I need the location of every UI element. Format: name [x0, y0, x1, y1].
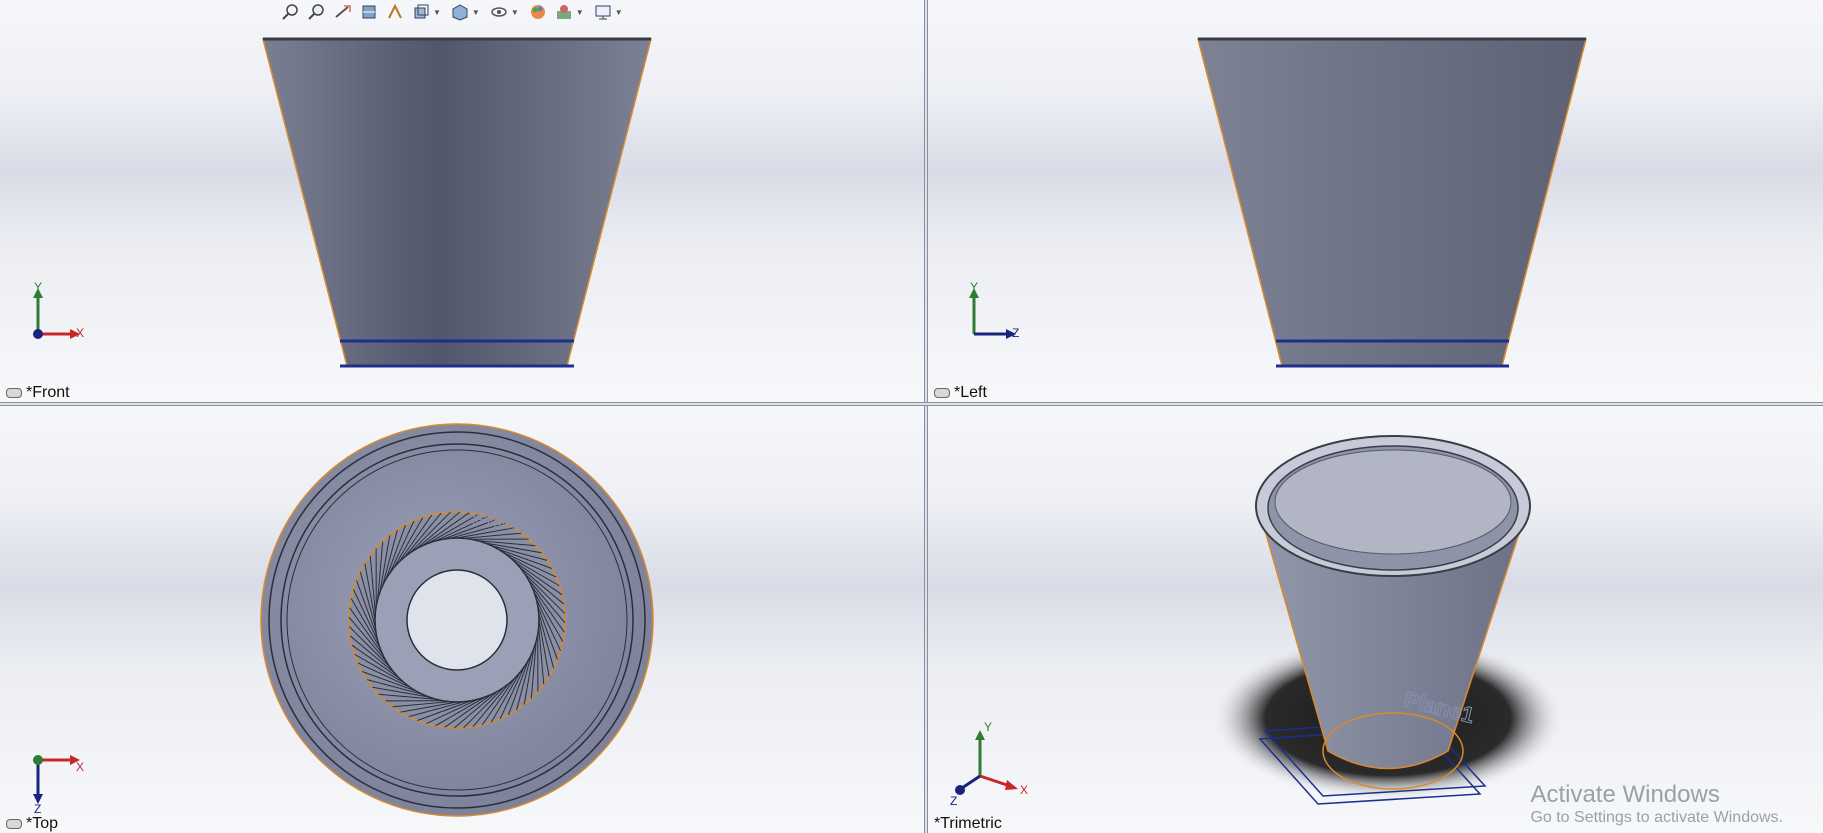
viewport-name-top: *Top	[26, 815, 59, 832]
viewport-name-front: *Front	[26, 384, 70, 401]
viewport-label-top[interactable]: *Top	[6, 815, 58, 833]
viewport-trimetric[interactable]: Plane1 Y X Z *Trimetric Activate Windows…	[928, 406, 1823, 833]
viewport-label-trimetric[interactable]: *Trimetric	[934, 815, 1002, 833]
trimetric-view-cup[interactable]: Plane1	[928, 406, 1823, 833]
previous-view-icon[interactable]	[332, 1, 354, 23]
activate-windows-watermark: Activate Windows Go to Settings to activ…	[1530, 781, 1783, 827]
axis-y-label-front: Y	[34, 280, 43, 294]
axis-y-label-trimetric: Y	[984, 720, 993, 734]
axis-z-label-left: Z	[1012, 326, 1020, 340]
activate-windows-title: Activate Windows	[1530, 781, 1720, 808]
apply-scene-icon[interactable]	[553, 1, 575, 23]
heads-up-view-toolbar: ▼ ▼ ▼ ▼ ▼	[280, 0, 627, 24]
viewport-label-left[interactable]: *Left	[934, 384, 987, 402]
view-orientation-caret-icon[interactable]: ▼	[433, 8, 441, 17]
apply-scene-caret-icon[interactable]: ▼	[576, 8, 584, 17]
dynamic-annotation-icon[interactable]	[384, 1, 406, 23]
link-views-icon[interactable]	[6, 819, 22, 829]
axis-z-label-trimetric: Z	[950, 794, 958, 808]
hide-show-caret-icon[interactable]: ▼	[511, 8, 519, 17]
axis-z-label-top: Z	[34, 802, 42, 816]
zoom-to-fit-icon[interactable]	[280, 1, 302, 23]
viewport-splitter-vertical[interactable]	[924, 0, 928, 833]
viewport-top[interactable]: Plane1 X Z *Top	[0, 406, 924, 833]
zoom-to-area-icon[interactable]	[306, 1, 328, 23]
top-view-cup[interactable]: Plane1	[0, 406, 924, 833]
axis-triad-trimetric	[955, 730, 1018, 795]
edit-appearance-icon[interactable]	[527, 1, 549, 23]
viewport-left[interactable]: Y Z *Left	[928, 0, 1823, 402]
view-settings-caret-icon[interactable]: ▼	[615, 8, 623, 17]
link-views-icon[interactable]	[934, 388, 950, 398]
section-view-icon[interactable]	[358, 1, 380, 23]
axis-y-label-left: Y	[970, 280, 979, 294]
hide-show-icon[interactable]	[488, 1, 510, 23]
viewport-splitter-horizontal[interactable]	[0, 402, 1823, 406]
axis-x-label-trimetric: X	[1020, 783, 1029, 797]
front-view-cup[interactable]	[0, 0, 924, 402]
axis-x-label-top: X	[76, 760, 85, 774]
view-settings-icon[interactable]	[592, 1, 614, 23]
display-style-icon[interactable]	[449, 1, 471, 23]
left-view-cup[interactable]	[928, 0, 1823, 402]
display-style-caret-icon[interactable]: ▼	[472, 8, 480, 17]
viewport-front[interactable]: Y X *Front ▼ ▼ ▼ ▼ ▼	[0, 0, 924, 402]
link-views-icon[interactable]	[6, 388, 22, 398]
viewport-label-front[interactable]: *Front	[6, 384, 70, 402]
viewport-name-left: *Left	[954, 384, 987, 401]
viewport-name-trimetric: *Trimetric	[934, 815, 1002, 832]
view-orientation-icon[interactable]	[410, 1, 432, 23]
activate-windows-subtitle: Go to Settings to activate Windows.	[1530, 809, 1783, 826]
axis-x-label-front: X	[76, 326, 85, 340]
